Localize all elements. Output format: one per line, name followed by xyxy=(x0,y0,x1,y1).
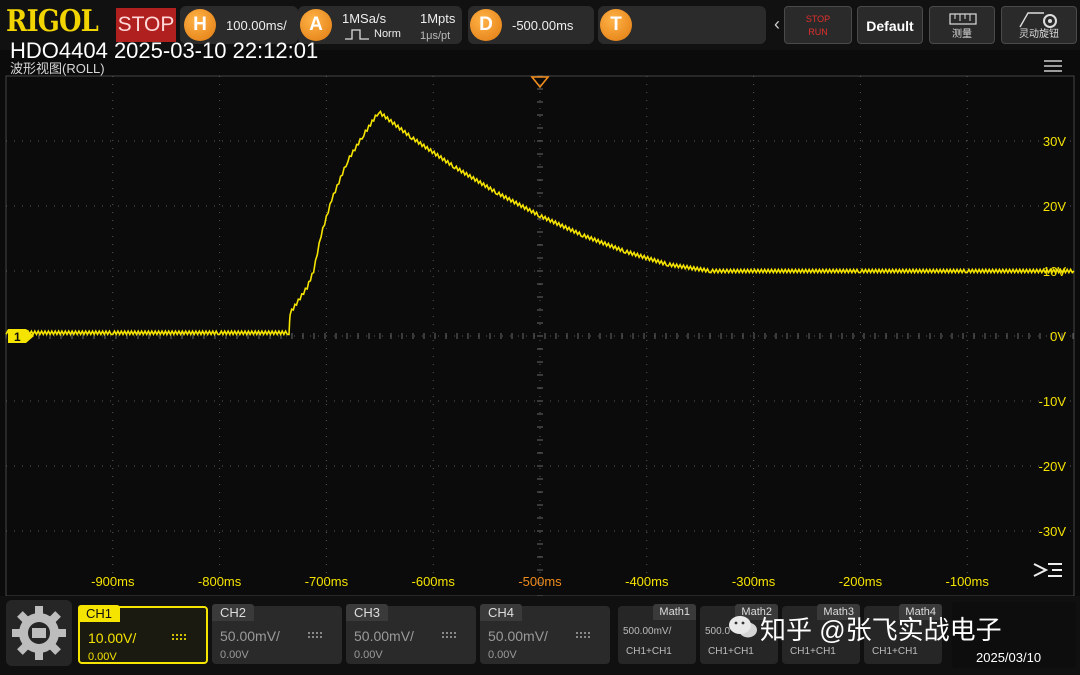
acquire-icon[interactable]: A xyxy=(300,9,332,41)
trigger-icon[interactable]: T xyxy=(600,9,632,41)
channel-scale: 50.00mV/ xyxy=(220,628,280,644)
x-tick-label: -400ms xyxy=(625,574,669,589)
y-tick-label: -20V xyxy=(1039,459,1067,474)
memory-depth-value: 1Mpts xyxy=(420,11,456,26)
wechat-icon xyxy=(729,616,757,638)
channel-scale: 10.00V/ xyxy=(88,630,137,646)
x-tick-label: -500ms xyxy=(518,574,562,589)
horizontal-icon[interactable]: H xyxy=(184,9,216,41)
channel-offset: 0.00V xyxy=(354,649,383,661)
x-tick-label: -200ms xyxy=(839,574,883,589)
x-tick-label: -300ms xyxy=(732,574,776,589)
default-button[interactable]: Default xyxy=(857,6,923,44)
waveform-display[interactable]: 30V 20V 10V 0V -10V -20V -30V -900ms -800ms -700m… xyxy=(0,74,1080,596)
graticule xyxy=(5,75,1075,596)
run-stop-stop-label: STOP xyxy=(805,14,831,24)
channel-offset: 0.00V xyxy=(488,649,517,661)
math-card-1[interactable]: Math1 500.00mV/ CH1+CH1 xyxy=(618,604,696,664)
y-tick-label: 20V xyxy=(1043,199,1066,214)
run-stop-run-label: RUN xyxy=(808,27,828,37)
measure-button[interactable]: 测量 xyxy=(929,6,995,44)
coupling-icon xyxy=(172,634,186,640)
coupling-icon xyxy=(308,632,322,638)
math-source: CH1+CH1 xyxy=(626,646,672,657)
channel-tab: CH1 xyxy=(78,605,121,622)
channel-scale: 50.00mV/ xyxy=(354,628,414,644)
dynamic-knob-button[interactable]: 灵动旋钮 xyxy=(1001,6,1077,44)
math-source: CH1+CH1 xyxy=(708,646,754,657)
y-tick-label: 0V xyxy=(1050,329,1066,344)
acquisition-status-badge[interactable]: STOP xyxy=(116,8,176,42)
time-per-point-value: 1μs/pt xyxy=(420,30,451,42)
math-scale: 500.0 xyxy=(705,626,731,637)
delay-icon[interactable]: D xyxy=(470,9,502,41)
gear-menu-icon[interactable] xyxy=(6,600,72,666)
math-scale: 500.00mV/ xyxy=(623,626,672,637)
x-tick-label: -100ms xyxy=(946,574,990,589)
trigger-edge-icon xyxy=(345,29,369,40)
run-stop-button[interactable]: STOP RUN xyxy=(784,6,852,44)
x-tick-label: -800ms xyxy=(198,574,242,589)
channel-offset: 0.00V xyxy=(88,651,117,663)
y-tick-label: -10V xyxy=(1039,394,1067,409)
x-tick-label: -700ms xyxy=(305,574,349,589)
coupling-icon xyxy=(576,632,590,638)
math-source: CH1+CH1 xyxy=(790,646,836,657)
channel-tab: CH3 xyxy=(346,604,389,621)
channel-card-ch2[interactable]: CH2 50.00mV/ 0.00V xyxy=(212,604,342,664)
delay-value: -500.00ms xyxy=(512,18,574,33)
channel-card-ch3[interactable]: CH3 50.00mV/ 0.00V xyxy=(346,604,476,664)
math-tab: Math1 xyxy=(653,604,696,620)
axis-labels: 30V20V10V0V-10V-20V-30V-900ms -800ms -700m… xyxy=(91,134,1066,589)
channel-tab: CH2 xyxy=(212,604,255,621)
timebase-value: 100.00ms/ xyxy=(226,18,287,33)
trigger-position-marker[interactable] xyxy=(530,76,550,89)
brand-logo: RIGOL xyxy=(6,4,99,39)
watermark-text: 知乎 @张飞实战电子 xyxy=(760,615,1002,645)
status-date: 2025/03/10 xyxy=(976,650,1042,665)
coupling-icon xyxy=(442,632,456,638)
ruler-icon xyxy=(949,13,977,25)
x-tick-label: -900ms xyxy=(91,574,135,589)
waveform-plot[interactable]: 30V20V10V0V-10V-20V-30V-900ms -800ms -700m… xyxy=(0,74,1080,596)
menu-icon[interactable] xyxy=(1044,60,1062,72)
ch1-ground-marker[interactable] xyxy=(8,329,34,343)
y-tick-label: -30V xyxy=(1039,524,1067,539)
ch1-marker-label: 1 xyxy=(14,330,21,344)
panel-collapse-icon[interactable] xyxy=(1033,563,1062,577)
channel-card-ch1[interactable]: CH1 10.00V/ 0.00V xyxy=(78,605,208,664)
channel-card-ch4[interactable]: CH4 50.00mV/ 0.00V xyxy=(480,604,610,664)
channel-tab: CH4 xyxy=(480,604,523,621)
y-tick-label: 30V xyxy=(1043,134,1066,149)
markers: 1 xyxy=(8,76,1062,577)
sample-rate-value: 1MSa/s xyxy=(342,11,387,26)
channel-offset: 0.00V xyxy=(220,649,249,661)
math-source: CH1+CH1 xyxy=(872,646,918,657)
x-tick-label: -600ms xyxy=(412,574,456,589)
trigger-mode-value: Norm xyxy=(374,28,401,40)
measure-label: 测量 xyxy=(952,29,972,40)
dynamic-knob-label: 灵动旋钮 xyxy=(1019,29,1059,40)
channel-scale: 50.00mV/ xyxy=(488,628,548,644)
